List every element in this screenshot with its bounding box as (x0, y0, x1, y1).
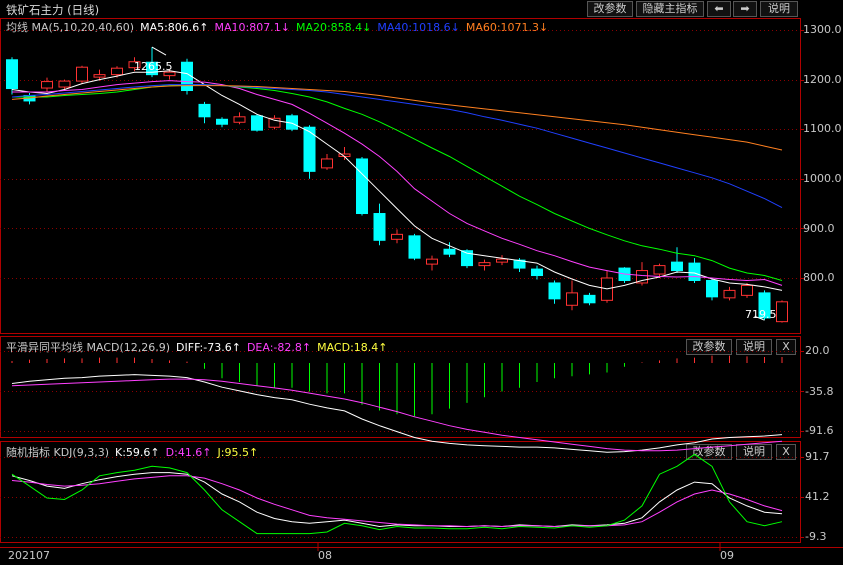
candle-body (268, 117, 281, 128)
candle-body (321, 158, 333, 169)
candle-body (741, 284, 753, 296)
candle-body (671, 261, 683, 272)
candle-body (496, 258, 508, 263)
candle-body (233, 116, 246, 123)
candle-body (356, 158, 368, 215)
candle-body (653, 265, 666, 275)
ma-line-ma10 (12, 80, 783, 286)
candle-body (688, 262, 701, 281)
kdj-line-j (11, 453, 783, 535)
candle-body (426, 258, 438, 265)
candle-body (723, 289, 736, 299)
candle-body (373, 213, 386, 241)
ma-line-ma20 (12, 84, 783, 281)
candle-body (566, 292, 578, 306)
candle-body (111, 67, 123, 76)
chart-canvas[interactable] (0, 0, 843, 565)
candle-body (6, 59, 18, 90)
kdj-line-k (11, 472, 783, 528)
candle-body (408, 235, 421, 259)
high-price-label: 1265.5 (134, 60, 173, 73)
candle-body (198, 103, 211, 118)
candle-body (548, 282, 561, 300)
candle-body (93, 74, 106, 78)
ma-line-ma60 (11, 85, 783, 151)
ma-line-ma40 (11, 84, 783, 209)
kdj-panel-frame (0, 441, 801, 543)
candle-body (216, 118, 228, 125)
candle-body (58, 80, 71, 88)
candle-body (391, 233, 403, 240)
candle-body (706, 279, 718, 298)
candle-body (583, 294, 596, 304)
main-panel-frame (0, 18, 801, 334)
candle-body (776, 301, 788, 323)
candle-body (41, 81, 53, 89)
high-marker-line (151, 46, 167, 56)
ma-line-ma5 (11, 70, 783, 291)
candle-body (76, 66, 88, 82)
low-price-label: 719.5 (745, 308, 777, 321)
kdj-line-d (11, 475, 783, 528)
candle-body (531, 268, 543, 277)
candle-body (443, 248, 456, 255)
candle-body (251, 115, 263, 131)
candle-body (478, 262, 491, 267)
